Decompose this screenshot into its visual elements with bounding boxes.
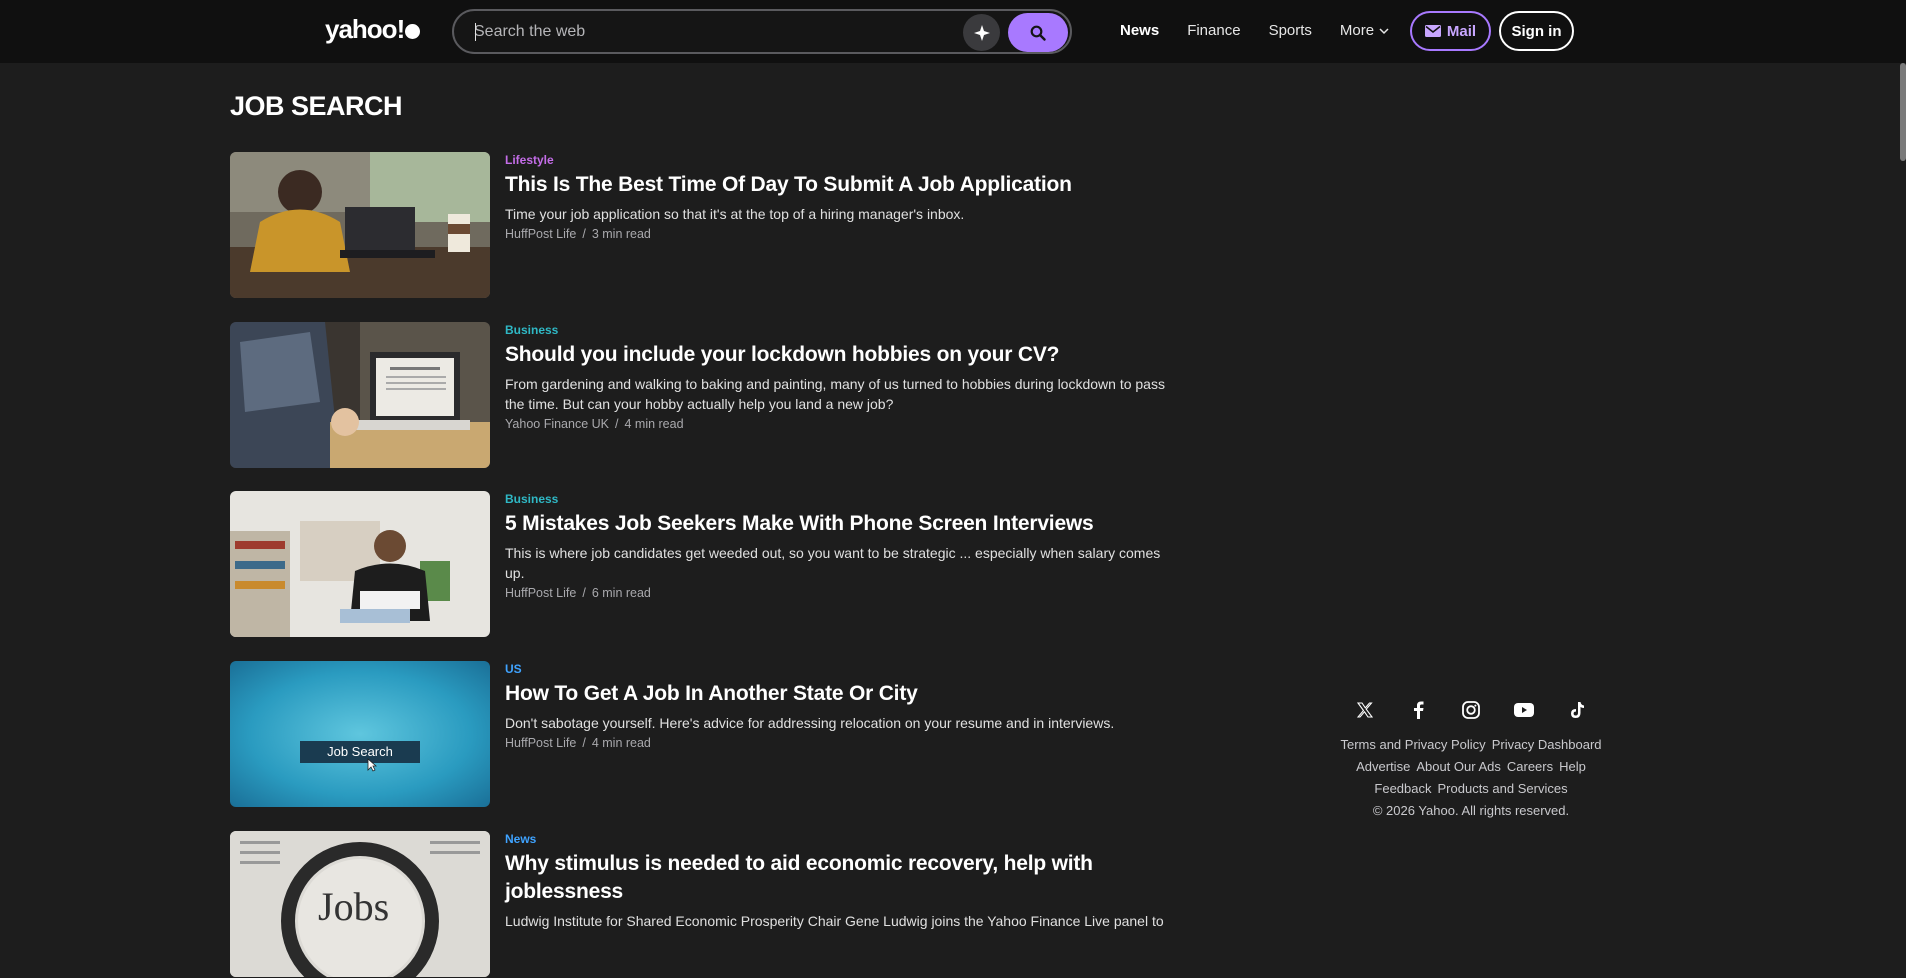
article-card[interactable]: Business Should you include your lockdow…: [230, 322, 1170, 469]
footer-link-help[interactable]: Help: [1559, 756, 1586, 778]
top-header: yahoo! News Finance Sports More: [0, 0, 1906, 63]
meta-separator: /: [582, 586, 586, 600]
article-body: Lifestyle This Is The Best Time Of Day T…: [505, 152, 1165, 241]
nav-sports[interactable]: Sports: [1269, 22, 1312, 39]
article-body: Business 5 Mistakes Job Seekers Make Wit…: [505, 491, 1165, 600]
footer-link-about-ads[interactable]: About Our Ads: [1416, 756, 1501, 778]
footer-link-terms[interactable]: Terms and Privacy Policy: [1340, 734, 1485, 756]
instagram-icon[interactable]: [1459, 698, 1483, 722]
facebook-icon[interactable]: [1406, 698, 1430, 722]
footer-row: Feedback Products and Services: [1335, 778, 1607, 800]
footer-links: Terms and Privacy Policy Privacy Dashboa…: [1335, 734, 1607, 822]
yahoo-logo[interactable]: yahoo!: [325, 14, 421, 45]
article-meta: HuffPost Life / 3 min read: [505, 227, 1165, 241]
article-read-time: 6 min read: [591, 586, 651, 600]
nav-finance[interactable]: Finance: [1187, 22, 1240, 39]
article-body: US How To Get A Job In Another State Or …: [505, 661, 1165, 750]
nav-more-label: More: [1339, 22, 1375, 39]
article-category[interactable]: News: [505, 832, 1165, 846]
footer-link-advertise[interactable]: Advertise: [1356, 756, 1410, 778]
article-meta: Yahoo Finance UK / 4 min read: [505, 417, 1165, 431]
article-summary: Don't sabotage yourself. Here's advice f…: [505, 715, 1115, 731]
chevron-down-icon: [1379, 27, 1389, 34]
article-source: HuffPost Life: [505, 227, 577, 241]
mail-button[interactable]: Mail: [1410, 11, 1491, 51]
article-meta: HuffPost Life / 4 min read: [505, 736, 1165, 750]
article-body: Business Should you include your lockdow…: [505, 322, 1165, 431]
article-card[interactable]: Job Search US How To Get A Job In Anothe…: [230, 661, 1170, 808]
article-thumbnail[interactable]: Jobs: [230, 831, 490, 977]
article-thumbnail[interactable]: [230, 152, 490, 298]
logo-text: yahoo!: [325, 14, 405, 44]
footer-link-privacy-dashboard[interactable]: Privacy Dashboard: [1492, 734, 1602, 756]
x-icon[interactable]: [1353, 698, 1377, 722]
footer-link-feedback[interactable]: Feedback: [1374, 778, 1431, 800]
tiktok-icon[interactable]: [1565, 698, 1589, 722]
article-category[interactable]: Lifestyle: [505, 153, 1165, 167]
nav-news[interactable]: News: [1120, 22, 1159, 39]
article-thumbnail[interactable]: [230, 322, 490, 468]
mail-label: Mail: [1446, 22, 1477, 40]
footer-link-careers[interactable]: Careers: [1507, 756, 1553, 778]
article-source: HuffPost Life: [505, 586, 577, 600]
mouse-pointer-icon: [367, 758, 377, 772]
article-headline[interactable]: This Is The Best Time Of Day To Submit A…: [505, 171, 1165, 199]
article-thumbnail[interactable]: [230, 491, 490, 637]
sign-in-label: Sign in: [1511, 22, 1562, 40]
search-icon: [1030, 25, 1046, 41]
footer-copyright: © 2026 Yahoo. All rights reserved.: [1372, 803, 1570, 818]
social-links: [1353, 698, 1589, 722]
top-nav: News Finance Sports More: [1120, 22, 1389, 39]
article-card[interactable]: Lifestyle This Is The Best Time Of Day T…: [230, 152, 1170, 299]
search-button[interactable]: [1008, 13, 1068, 52]
article-headline[interactable]: 5 Mistakes Job Seekers Make With Phone S…: [505, 510, 1165, 538]
article-headline[interactable]: Should you include your lockdown hobbies…: [505, 341, 1165, 369]
text-cursor: [475, 23, 476, 41]
article-thumbnail[interactable]: Job Search: [230, 661, 490, 807]
article-card[interactable]: Business 5 Mistakes Job Seekers Make Wit…: [230, 491, 1170, 638]
footer-row: Advertise About Our Ads Careers Help: [1335, 756, 1607, 778]
footer-link-products[interactable]: Products and Services: [1438, 778, 1568, 800]
article-summary: This is where job candidates get weeded …: [505, 545, 1161, 581]
article-category[interactable]: US: [505, 662, 1165, 676]
article-source: HuffPost Life: [505, 736, 577, 750]
sparkle-icon: [973, 24, 990, 41]
page-title: JOB SEARCH: [230, 91, 403, 121]
thumb-caption: Job Search: [300, 741, 420, 763]
footer-row: Terms and Privacy Policy Privacy Dashboa…: [1335, 734, 1607, 756]
logo-ball-icon: [405, 24, 421, 39]
article-body: News Why stimulus is needed to aid econo…: [505, 831, 1165, 931]
article-summary: From gardening and walking to baking and…: [505, 376, 1165, 412]
thumb-caption: Jobs: [318, 884, 390, 929]
article-card[interactable]: Jobs News Why stimulus is needed to aid …: [230, 831, 1170, 978]
article-read-time: 4 min read: [591, 736, 651, 750]
article-summary: Time your job application so that it's a…: [505, 206, 965, 222]
meta-separator: /: [615, 417, 619, 431]
ai-sparkle-button[interactable]: [963, 14, 1000, 51]
envelope-icon: [1424, 25, 1441, 37]
article-source: Yahoo Finance UK: [505, 417, 609, 431]
article-meta: HuffPost Life / 6 min read: [505, 586, 1165, 600]
article-headline[interactable]: Why stimulus is needed to aid economic r…: [505, 850, 1165, 906]
article-headline[interactable]: How To Get A Job In Another State Or Cit…: [505, 680, 1165, 708]
meta-separator: /: [582, 736, 586, 750]
meta-separator: /: [582, 227, 586, 241]
search-input[interactable]: [474, 11, 954, 52]
youtube-icon[interactable]: [1512, 698, 1536, 722]
sign-in-button[interactable]: Sign in: [1499, 11, 1574, 51]
article-category[interactable]: Business: [505, 492, 1165, 506]
scrollbar-thumb[interactable]: [1900, 63, 1906, 161]
article-summary: Ludwig Institute for Shared Economic Pro…: [505, 913, 1164, 929]
search-bar: [452, 9, 1072, 54]
article-read-time: 3 min read: [591, 227, 651, 241]
article-read-time: 4 min read: [624, 417, 684, 431]
article-category[interactable]: Business: [505, 323, 1165, 337]
nav-more[interactable]: More: [1340, 22, 1389, 39]
